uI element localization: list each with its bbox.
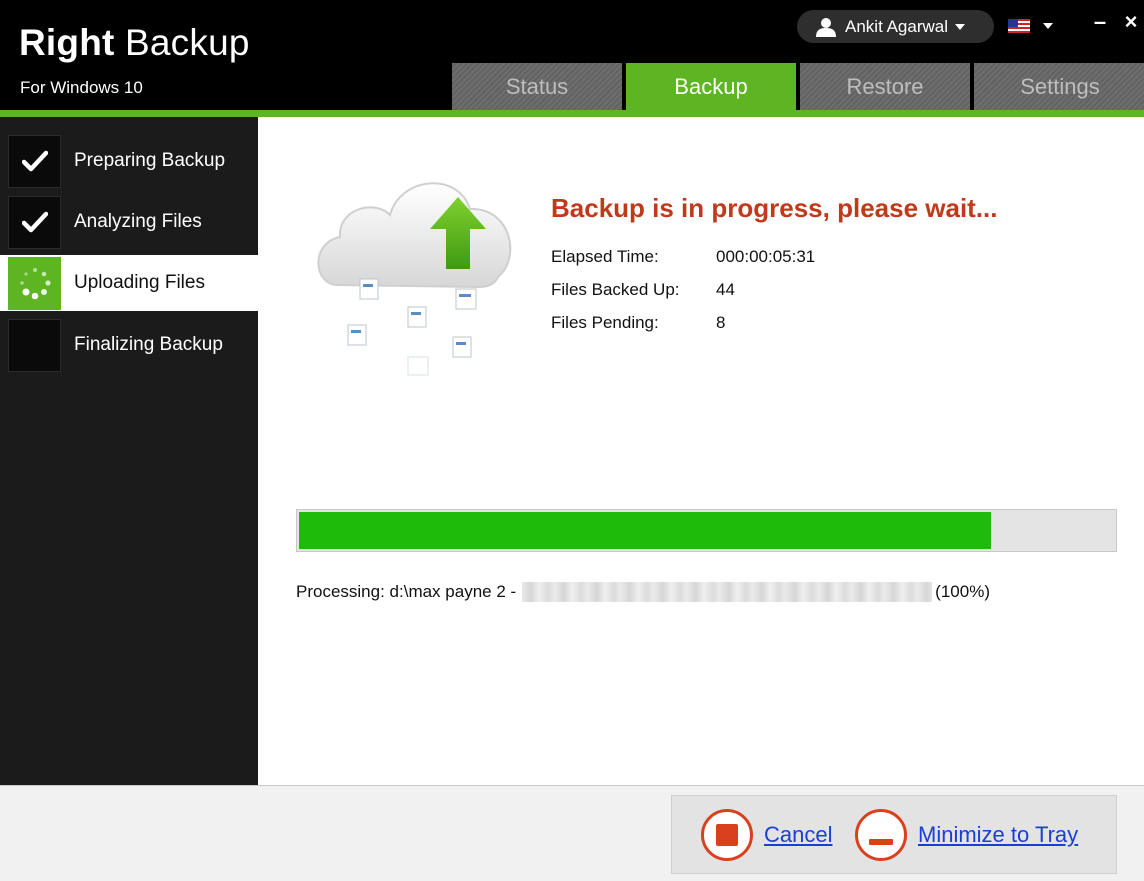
footer-actions: Cancel Minimize to Tray	[671, 795, 1117, 874]
spinner-icon	[19, 268, 51, 300]
minimize-to-tray-link[interactable]: Minimize to Tray	[918, 822, 1078, 848]
stat-label: Elapsed Time:	[551, 247, 659, 266]
backup-progress-bar	[296, 509, 1117, 552]
user-menu-button[interactable]: Ankit Agarwal	[797, 10, 994, 43]
minimize-icon	[855, 809, 907, 861]
user-icon	[816, 17, 836, 37]
stat-label: Files Pending:	[551, 313, 659, 332]
step-label: Preparing Backup	[74, 150, 226, 171]
stat-label: Files Backed Up:	[551, 280, 680, 299]
cancel-link[interactable]: Cancel	[764, 822, 832, 848]
checkmark-icon	[21, 150, 48, 172]
step-analyzing-files: Analyzing Files	[0, 194, 258, 250]
footer-bar: Cancel Minimize to Tray	[0, 785, 1144, 881]
cancel-button[interactable]: Cancel	[701, 809, 832, 861]
us-flag-icon	[1008, 19, 1030, 33]
step-label: Uploading Files	[74, 272, 205, 293]
app-subtitle: For Windows 10	[20, 78, 143, 97]
step-status-box	[8, 195, 61, 249]
stat-value: 8	[716, 313, 726, 332]
step-status-box	[8, 256, 61, 310]
backup-steps-sidebar: Preparing Backup Analyzing Files Uploadi…	[0, 117, 258, 785]
stat-value: 44	[716, 280, 735, 299]
app-title-light: Backup	[125, 22, 250, 63]
step-label: Analyzing Files	[74, 211, 202, 232]
header-accent-bar	[0, 110, 1144, 117]
cloud-upload-icon	[317, 182, 512, 376]
redacted-file-path	[522, 582, 933, 602]
step-status-box	[8, 134, 61, 188]
stop-icon	[701, 809, 753, 861]
step-status-box	[8, 318, 61, 372]
app-title-bold: Right	[19, 22, 115, 63]
tab-settings[interactable]: Settings	[974, 63, 1144, 110]
stat-value: 000:00:05:31	[716, 247, 816, 266]
main-tabs: Status Backup Restore Settings	[452, 63, 1144, 110]
close-window-button[interactable]: ×	[1121, 11, 1141, 33]
status-heading: Backup is in progress, please wait...	[551, 193, 998, 223]
app-title: Right Backup	[19, 22, 250, 64]
tab-restore[interactable]: Restore	[800, 63, 970, 110]
progress-fill	[297, 510, 994, 551]
title-bar: Right Backup For Windows 10 Ankit Agarwa…	[0, 0, 1144, 110]
step-label: Finalizing Backup	[74, 334, 223, 355]
tab-backup[interactable]: Backup	[626, 63, 796, 110]
minimize-window-button[interactable]: –	[1091, 11, 1109, 33]
backup-progress-panel: Backup is in progress, please wait... El…	[258, 117, 1144, 785]
step-finalizing-backup: Finalizing Backup	[0, 317, 258, 373]
tab-status[interactable]: Status	[452, 63, 622, 110]
processing-percent: (100%)	[935, 582, 990, 601]
processing-status: Processing: d:\max payne 2 - (100%)	[296, 582, 990, 602]
language-selector[interactable]	[1008, 16, 1058, 36]
step-uploading-files: Uploading Files	[0, 255, 258, 311]
chevron-down-icon	[955, 23, 965, 30]
chevron-down-icon	[1043, 23, 1053, 29]
processing-prefix: Processing: d:\max payne 2 -	[296, 582, 517, 601]
checkmark-icon	[21, 211, 48, 233]
user-name: Ankit Agarwal	[845, 16, 948, 36]
step-preparing-backup: Preparing Backup	[0, 133, 258, 189]
minimize-to-tray-button[interactable]: Minimize to Tray	[855, 809, 1078, 861]
